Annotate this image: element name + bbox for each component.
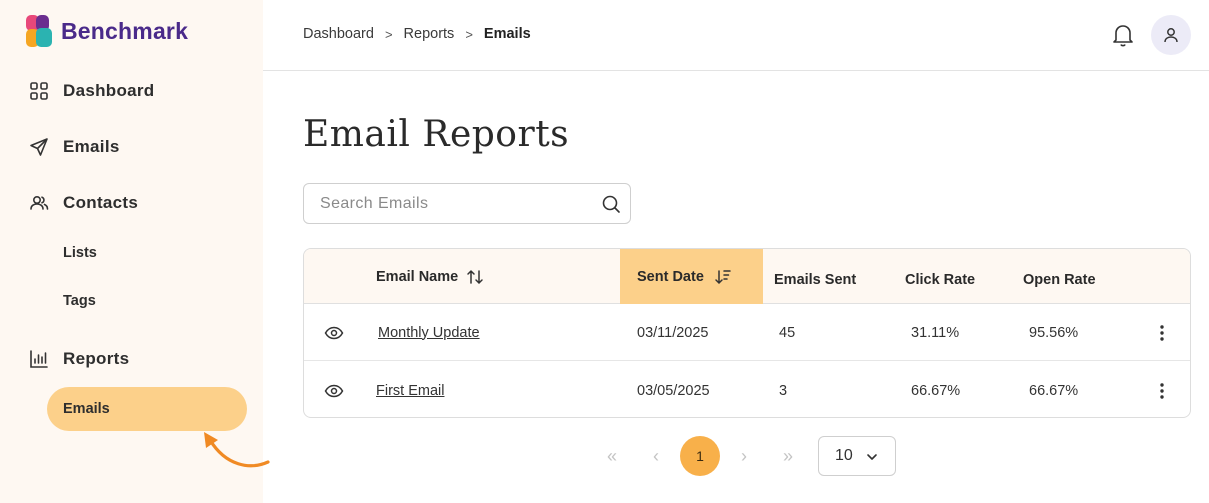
send-icon xyxy=(28,136,50,158)
page-size-value: 10 xyxy=(835,447,853,464)
page-title: Email Reports xyxy=(303,114,570,155)
sidebar-item-reports[interactable]: Reports xyxy=(28,347,129,371)
table-row: First Email 03/05/2025 3 66.67% 66.67% xyxy=(304,362,1190,417)
sort-descending-icon xyxy=(715,269,731,284)
column-label: Sent Date xyxy=(637,268,704,285)
row-menu-icon[interactable] xyxy=(1154,362,1170,417)
email-name-cell: First Email xyxy=(376,362,444,417)
sidebar: Benchmark Dashboard Emails Contacts List… xyxy=(0,0,270,503)
sidebar-item-label: Contacts xyxy=(63,193,139,212)
breadcrumb-dashboard[interactable]: Dashboard xyxy=(303,26,374,42)
last-page-button[interactable]: » xyxy=(768,436,808,476)
click-rate-cell: 66.67% xyxy=(911,382,961,399)
page-size-select[interactable]: 10 xyxy=(818,436,896,476)
column-label: Email Name xyxy=(376,268,459,285)
chevron-down-icon xyxy=(867,454,877,460)
column-email-name[interactable]: Email Name xyxy=(376,249,616,304)
sidebar-item-lists[interactable]: Lists xyxy=(63,245,97,261)
brand-name: Benchmark xyxy=(61,18,189,44)
sidebar-item-report-emails[interactable]: Emails xyxy=(47,387,247,431)
breadcrumb-separator: > xyxy=(465,26,473,42)
brand-logo[interactable]: Benchmark xyxy=(26,15,188,48)
table-header: Email Name Sent Date Emails Sent Click R… xyxy=(304,249,1190,304)
emails-sent-cell: 45 xyxy=(779,324,796,341)
first-page-button[interactable]: « xyxy=(592,436,632,476)
sidebar-item-tags[interactable]: Tags xyxy=(63,293,96,309)
page-button-current[interactable]: 1 xyxy=(680,436,720,476)
search-icon[interactable] xyxy=(600,193,622,215)
sidebar-item-dashboard[interactable]: Dashboard xyxy=(28,79,155,103)
breadcrumb-emails: Emails xyxy=(483,26,531,42)
sidebar-item-label: Emails xyxy=(63,137,120,156)
search-input[interactable] xyxy=(320,184,590,223)
column-sent-date[interactable]: Sent Date xyxy=(620,249,763,304)
open-rate-cell: 66.67% xyxy=(1029,382,1079,399)
search-box xyxy=(303,183,631,224)
email-name-link[interactable]: Monthly Update xyxy=(378,325,480,341)
sent-date-cell: 03/11/2025 xyxy=(637,324,709,341)
sidebar-item-label: Dashboard xyxy=(63,81,155,100)
email-reports-table: Email Name Sent Date Emails Sent Click R… xyxy=(303,248,1191,418)
bar-chart-icon xyxy=(28,348,50,370)
pointer-arrow-icon xyxy=(204,432,270,468)
email-name-link[interactable]: First Email xyxy=(376,383,444,399)
breadcrumb-reports[interactable]: Reports xyxy=(404,26,455,42)
row-menu-icon[interactable] xyxy=(1154,304,1170,361)
breadcrumb-separator: > xyxy=(384,26,393,42)
view-eye-icon[interactable] xyxy=(323,304,345,361)
users-icon xyxy=(28,192,50,214)
open-rate-cell: 95.56% xyxy=(1029,324,1079,341)
column-click-rate: Click Rate xyxy=(905,271,976,288)
logo-icon xyxy=(26,15,54,48)
sidebar-item-emails[interactable]: Emails xyxy=(28,135,120,159)
app: Benchmark Dashboard Emails Contacts List… xyxy=(0,0,1209,503)
user-icon xyxy=(1164,28,1178,43)
email-name-cell: Monthly Update xyxy=(378,304,480,361)
next-page-button[interactable]: › xyxy=(724,436,764,476)
notifications-bell-icon[interactable] xyxy=(1111,22,1135,48)
column-emails-sent: Emails Sent xyxy=(774,271,857,288)
sent-date-cell: 03/05/2025 xyxy=(637,382,710,399)
click-rate-cell: 31.11% xyxy=(911,324,960,341)
breadcrumb: Dashboard > Reports > Emails xyxy=(303,26,531,42)
prev-page-button[interactable]: ‹ xyxy=(636,436,676,476)
user-avatar[interactable] xyxy=(1151,15,1191,55)
sort-icon xyxy=(467,269,483,284)
sidebar-item-contacts[interactable]: Contacts xyxy=(28,191,138,215)
grid-icon xyxy=(28,80,50,102)
sidebar-item-label: Reports xyxy=(63,349,130,368)
view-eye-icon[interactable] xyxy=(323,362,345,417)
emails-sent-cell: 3 xyxy=(779,382,788,399)
table-row: Monthly Update 03/11/2025 45 31.11% 95.5… xyxy=(304,304,1190,361)
column-open-rate: Open Rate xyxy=(1023,271,1096,288)
top-header: Dashboard > Reports > Emails xyxy=(263,0,1209,71)
